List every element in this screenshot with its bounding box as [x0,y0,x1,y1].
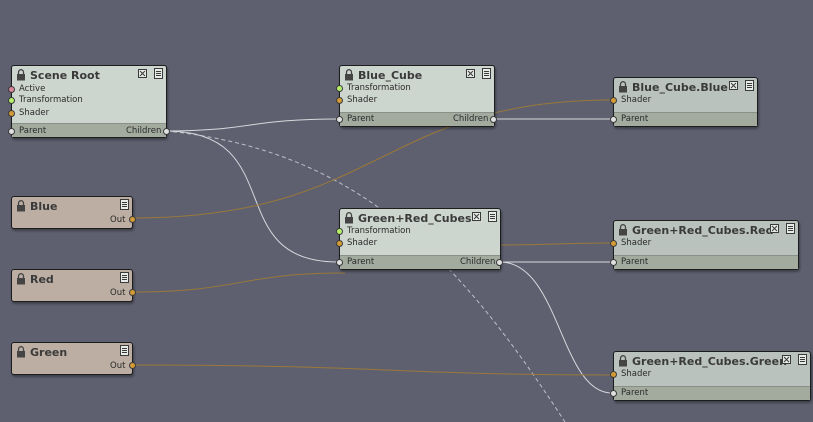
port-shader[interactable] [336,97,343,104]
lock-icon[interactable] [16,273,26,285]
wire-sceneroot-to-bluecube [165,118,339,132]
menu-icon[interactable] [482,68,491,79]
port-transformation[interactable] [336,228,343,235]
node-title: Green+Red_Cubes [358,212,472,225]
wire-red-to-greenredcubes [132,272,346,293]
port-shader[interactable] [610,371,617,378]
node-green-red-cubes[interactable]: Green+Red_Cubes Transformation Shader Pa… [336,208,503,270]
port-transformation[interactable] [8,97,15,104]
port-label-shader: Shader [347,95,378,105]
node-scene-root[interactable]: Scene Root Active Transformation Shader … [8,65,170,138]
menu-icon[interactable] [798,354,807,365]
port-shader[interactable] [8,110,15,117]
lock-icon[interactable] [16,69,26,81]
lock-icon[interactable] [618,224,628,236]
port-label-children: Children [460,257,496,267]
port-active[interactable] [8,86,15,93]
port-label-shader: Shader [347,238,378,248]
close-icon[interactable] [770,224,779,233]
port-transformation[interactable] [336,85,343,92]
node-title: Blue_Cube [358,69,423,82]
menu-icon[interactable] [488,211,497,222]
lock-icon[interactable] [618,355,628,367]
port-children[interactable] [496,259,503,266]
menu-icon[interactable] [120,345,129,356]
lock-icon[interactable] [16,346,26,358]
menu-icon[interactable] [120,199,129,210]
port-shader[interactable] [610,97,617,104]
node-title: Red [30,273,54,286]
port-label-parent: Parent [347,114,375,124]
wire-greenredcubes-to-green [499,261,613,394]
port-out[interactable] [129,362,136,369]
wire-sceneroot-to-greenredcubes [165,130,339,263]
wire-dashed [165,130,566,422]
port-label-shader: Shader [621,95,652,105]
port-label-shader: Shader [621,238,652,248]
node-title: Scene Root [30,69,100,82]
node-blue[interactable]: Blue Out [11,196,136,229]
port-parent[interactable] [610,390,617,397]
node-red[interactable]: Red Out [11,269,136,302]
port-children[interactable] [490,116,497,123]
menu-icon[interactable] [120,272,129,283]
port-label-active: Active [19,84,46,94]
port-parent[interactable] [336,259,343,266]
lock-icon[interactable] [344,69,354,81]
node-green-red-cubes-green[interactable]: Green+Red_Cubes.Green Shader Parent [610,351,811,401]
close-icon[interactable] [782,355,791,364]
node-blue-cube-blue[interactable]: Blue_Cube.Blue Shader Parent [610,77,758,127]
close-icon[interactable] [138,69,147,78]
port-label-shader: Shader [19,108,50,118]
close-icon[interactable] [472,212,481,221]
port-parent[interactable] [336,116,343,123]
node-blue-cube[interactable]: Blue_Cube Transformation Shader Parent C… [336,65,497,127]
port-label-out: Out [110,215,126,225]
port-label-children: Children [126,126,162,136]
port-label-parent: Parent [19,126,47,136]
lock-icon[interactable] [16,200,26,212]
port-label-shader: Shader [621,369,652,379]
port-parent[interactable] [610,116,617,123]
node-title: Green [30,346,68,359]
node-title: Blue [30,200,58,213]
lock-icon[interactable] [344,212,354,224]
node-green-red-cubes-red[interactable]: Green+Red_Cubes.Red Shader Parent [610,220,799,270]
port-label-transformation: Transformation [347,226,411,236]
port-parent[interactable] [610,259,617,266]
port-shader[interactable] [610,240,617,247]
port-label-transformation: Transformation [347,83,411,93]
close-icon[interactable] [729,81,738,90]
port-out[interactable] [129,216,136,223]
wire-green-to-greenredcubesgreen-shader [132,364,613,376]
port-out[interactable] [129,289,136,296]
node-title: Blue_Cube.Blue [632,81,728,94]
menu-icon[interactable] [154,68,163,79]
port-label-parent: Parent [621,388,649,398]
close-icon[interactable] [466,69,475,78]
port-label-transformation: Transformation [19,95,83,105]
port-label-parent: Parent [621,257,649,267]
lock-icon[interactable] [618,81,628,93]
port-parent[interactable] [8,128,15,135]
wire-greenredcubes-to-red-shader [499,242,613,246]
port-label-parent: Parent [347,257,375,267]
port-label-parent: Parent [621,114,649,124]
port-label-out: Out [110,361,126,371]
menu-icon[interactable] [745,80,754,91]
node-title: Green+Red_Cubes.Green [632,355,787,368]
port-children[interactable] [163,128,170,135]
menu-icon[interactable] [786,223,795,234]
port-label-children: Children [453,114,489,124]
node-title: Green+Red_Cubes.Red [632,224,774,237]
port-shader[interactable] [336,240,343,247]
node-green[interactable]: Green Out [11,342,136,375]
port-label-out: Out [110,288,126,298]
